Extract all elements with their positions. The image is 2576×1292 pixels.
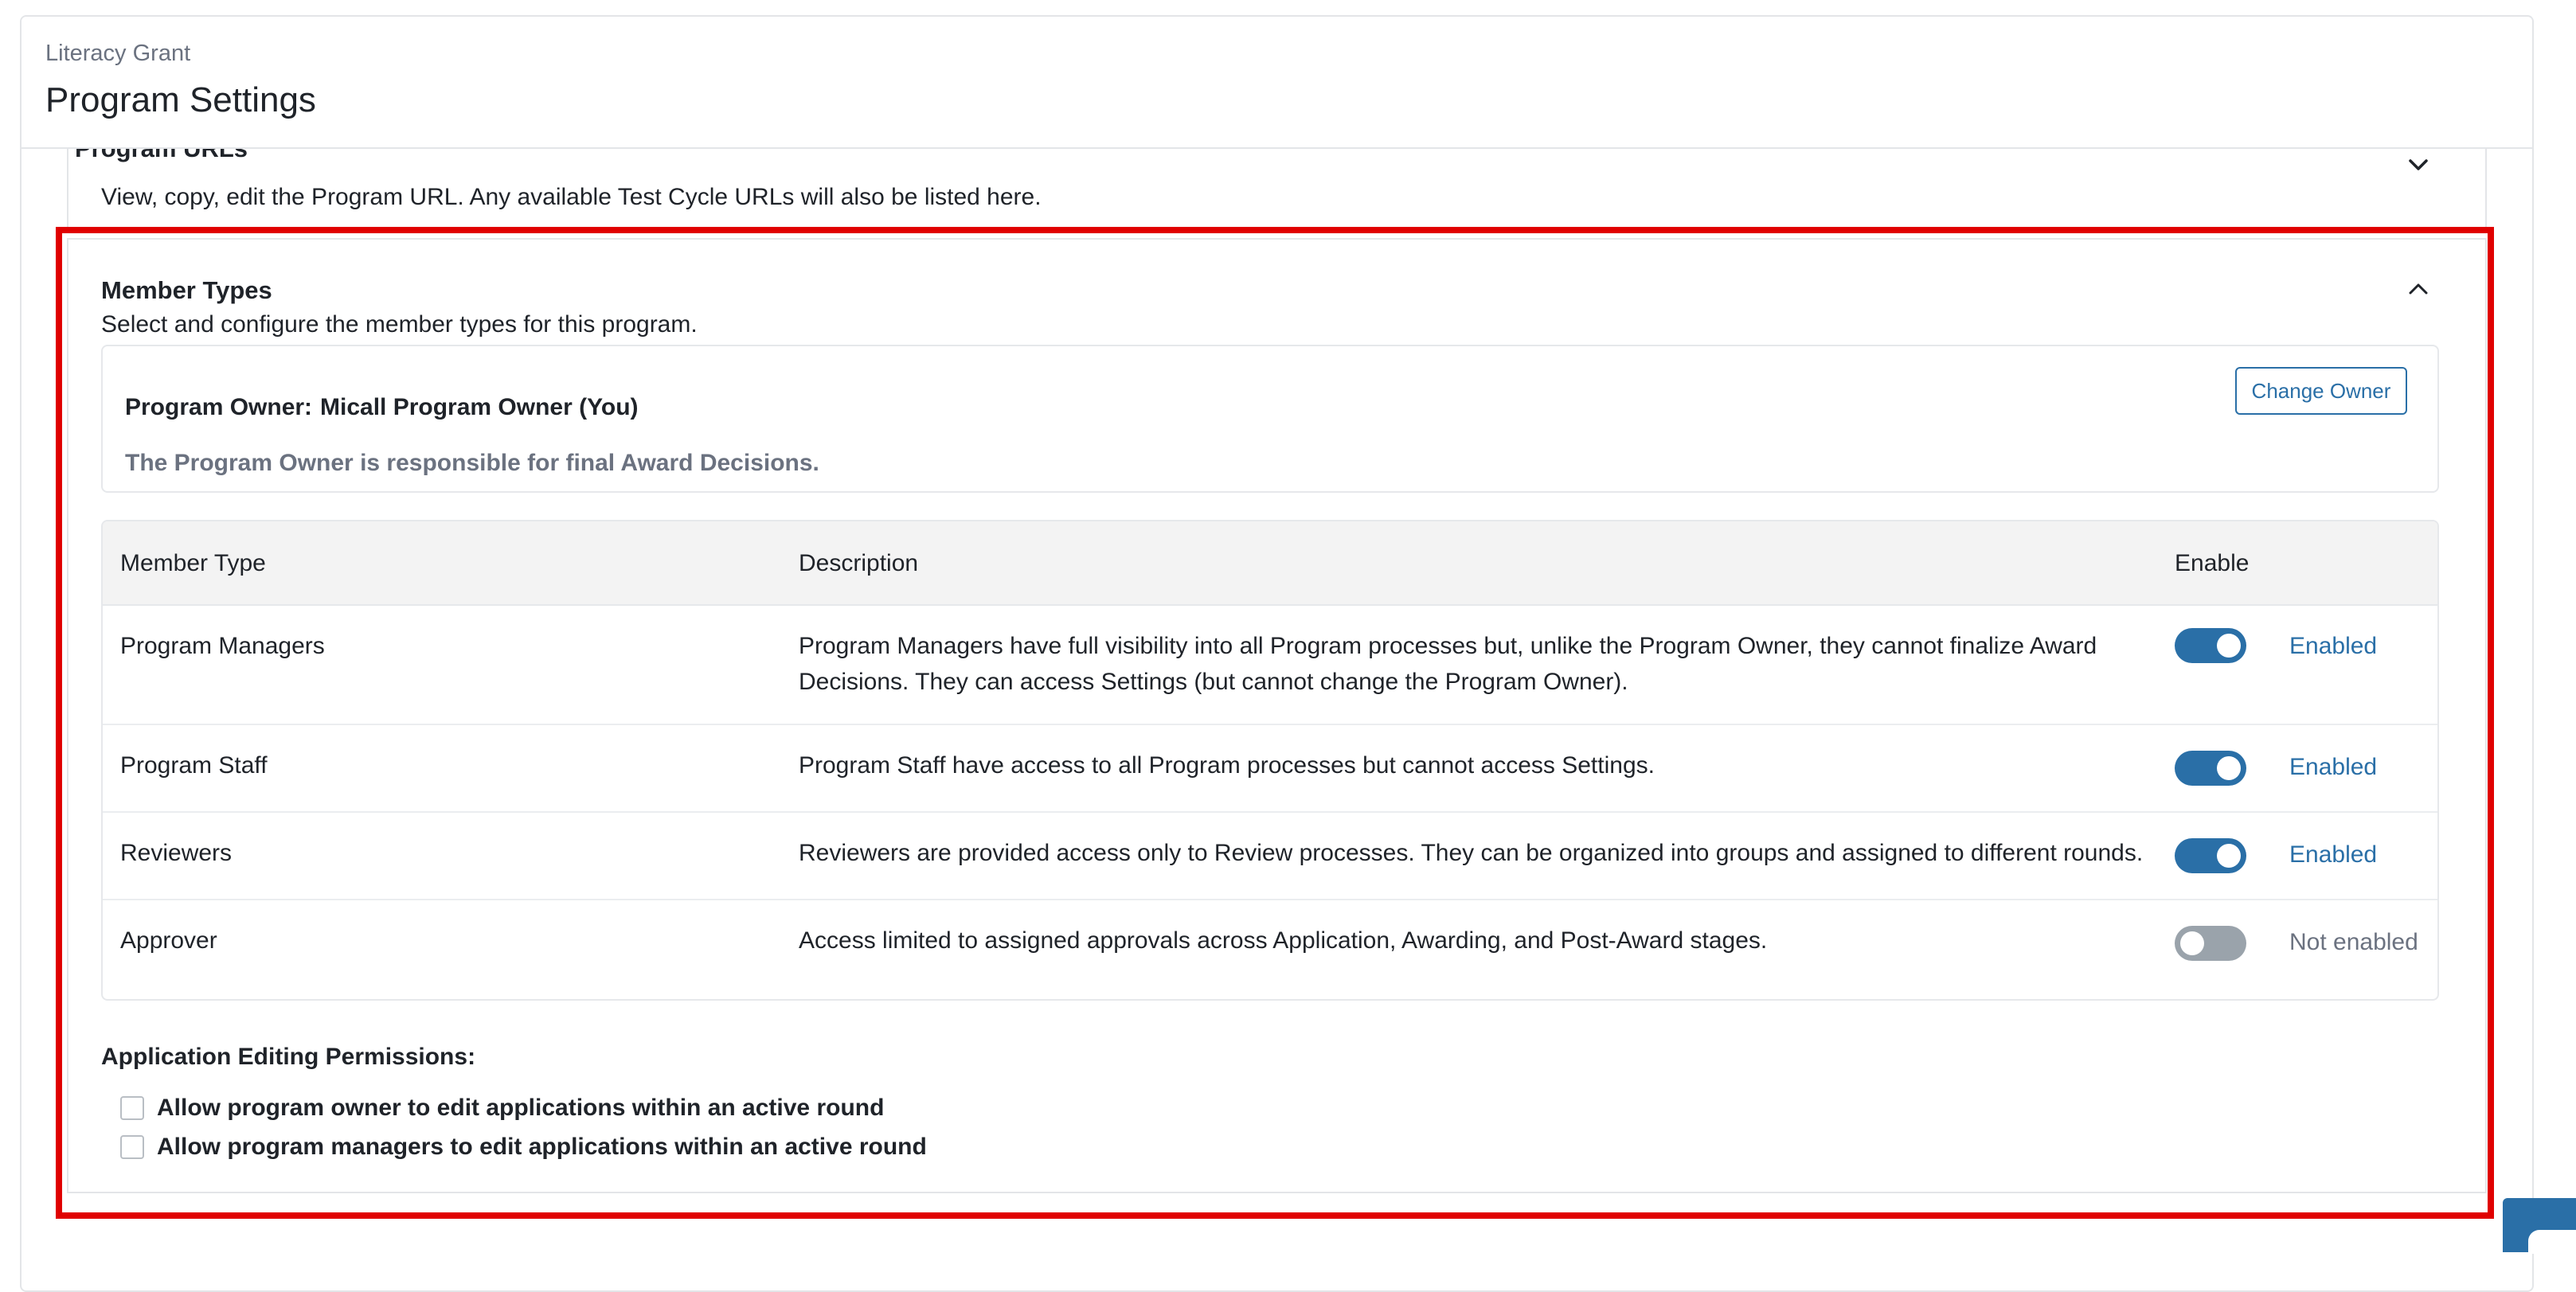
program-staff-toggle[interactable] — [2175, 751, 2246, 786]
header-member-type: Member Type — [120, 550, 266, 576]
member-type-description: Program Staff have access to all Program… — [799, 752, 1655, 779]
program-managers-status: Enabled — [2289, 633, 2378, 659]
table-row: Approver Access limited to assigned appr… — [103, 900, 2437, 986]
header-enable: Enable — [2175, 550, 2250, 576]
member-types-table: Member Type Description Enable Program M… — [101, 520, 2439, 1001]
breadcrumb[interactable]: Literacy Grant — [45, 41, 190, 67]
table-row: Reviewers Reviewers are provided access … — [103, 813, 2437, 900]
settings-content: Program URLs View, copy, edit the Progra… — [21, 17, 2532, 1290]
approver-toggle[interactable] — [2175, 926, 2246, 961]
managers-edit-checkbox[interactable] — [120, 1135, 144, 1159]
member-types-title: Member Types — [101, 276, 272, 304]
table-header: Member Type Description Enable — [103, 521, 2437, 606]
managers-edit-label[interactable]: Allow program managers to edit applicati… — [157, 1134, 927, 1161]
chat-bubble-icon — [2528, 1230, 2576, 1254]
chevron-up-icon[interactable] — [2402, 273, 2434, 305]
reviewers-toggle[interactable] — [2175, 838, 2246, 873]
page-title: Program Settings — [45, 80, 316, 119]
member-type-description: Reviewers are provided access only to Re… — [799, 840, 2144, 866]
chat-widget-button[interactable] — [2503, 1198, 2576, 1254]
member-type-name: Reviewers — [120, 840, 233, 866]
editing-permissions-title: Application Editing Permissions: — [101, 1044, 476, 1070]
member-type-description: Access limited to assigned approvals acr… — [799, 927, 1768, 954]
page-header: Literacy Grant Program Settings — [21, 17, 2532, 149]
program-owner-label: Program Owner: — [125, 394, 313, 420]
owner-edit-label[interactable]: Allow program owner to edit applications… — [157, 1095, 884, 1122]
member-types-description: Select and configure the member types fo… — [101, 311, 698, 338]
toggle-knob — [2217, 844, 2241, 868]
app-frame: Program URLs View, copy, edit the Progra… — [20, 15, 2534, 1292]
approver-status: Not enabled — [2289, 929, 2418, 955]
program-urls-description: View, copy, edit the Program URL. Any av… — [101, 184, 1042, 210]
program-staff-status: Enabled — [2289, 754, 2378, 780]
program-managers-toggle[interactable] — [2175, 628, 2246, 663]
toggle-knob — [2180, 931, 2204, 955]
member-type-name: Program Managers — [120, 633, 325, 659]
toggle-knob — [2217, 634, 2241, 658]
member-type-name: Program Staff — [120, 752, 268, 779]
reviewers-status: Enabled — [2289, 841, 2378, 868]
change-owner-button[interactable]: Change Owner — [2235, 367, 2407, 415]
table-row: Program Staff Program Staff have access … — [103, 725, 2437, 813]
member-type-name: Approver — [120, 927, 217, 954]
program-owner-name: Micall Program Owner (You) — [320, 394, 639, 420]
owner-edit-checkbox[interactable] — [120, 1096, 144, 1120]
toggle-knob — [2217, 756, 2241, 780]
header-description: Description — [799, 550, 919, 576]
member-type-description: Program Managers have full visibility in… — [799, 633, 2097, 695]
chevron-down-icon[interactable] — [2402, 149, 2434, 181]
program-owner-note: The Program Owner is responsible for fin… — [125, 450, 819, 476]
table-row: Program Managers Program Managers have f… — [103, 604, 2437, 725]
